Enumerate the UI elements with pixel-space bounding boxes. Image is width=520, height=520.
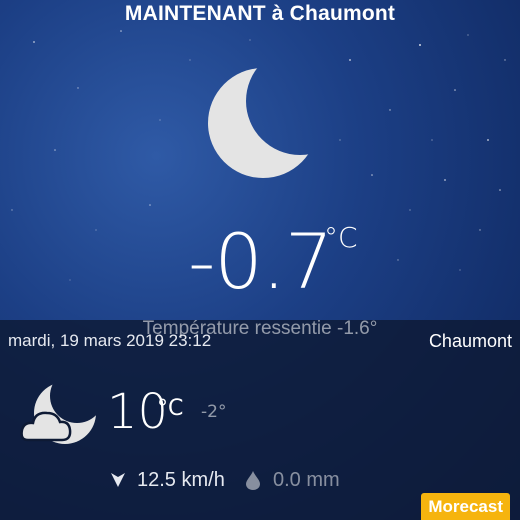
morecast-link[interactable]: Morecast <box>421 493 510 520</box>
raindrop-icon <box>246 471 260 490</box>
page-title: MAINTENANT à Chaumont <box>124 2 396 25</box>
forecast-date: mardi, 19 mars 2019 23:12 <box>8 331 212 350</box>
wind-speed: 12.5 km/h <box>137 469 225 491</box>
forecast-min-temperature: -2° <box>201 402 227 422</box>
wind-direction-icon <box>111 473 125 487</box>
rain-amount: 0.0 mm <box>273 469 340 491</box>
forecast-temperature-unit: °C <box>157 396 184 421</box>
moon-icon <box>208 68 318 178</box>
moon-cloud-icon <box>20 382 96 444</box>
current-temperature-unit: °C <box>324 221 358 254</box>
current-temperature: -0.7 <box>188 217 333 306</box>
forecast-city: Chaumont <box>428 331 512 351</box>
